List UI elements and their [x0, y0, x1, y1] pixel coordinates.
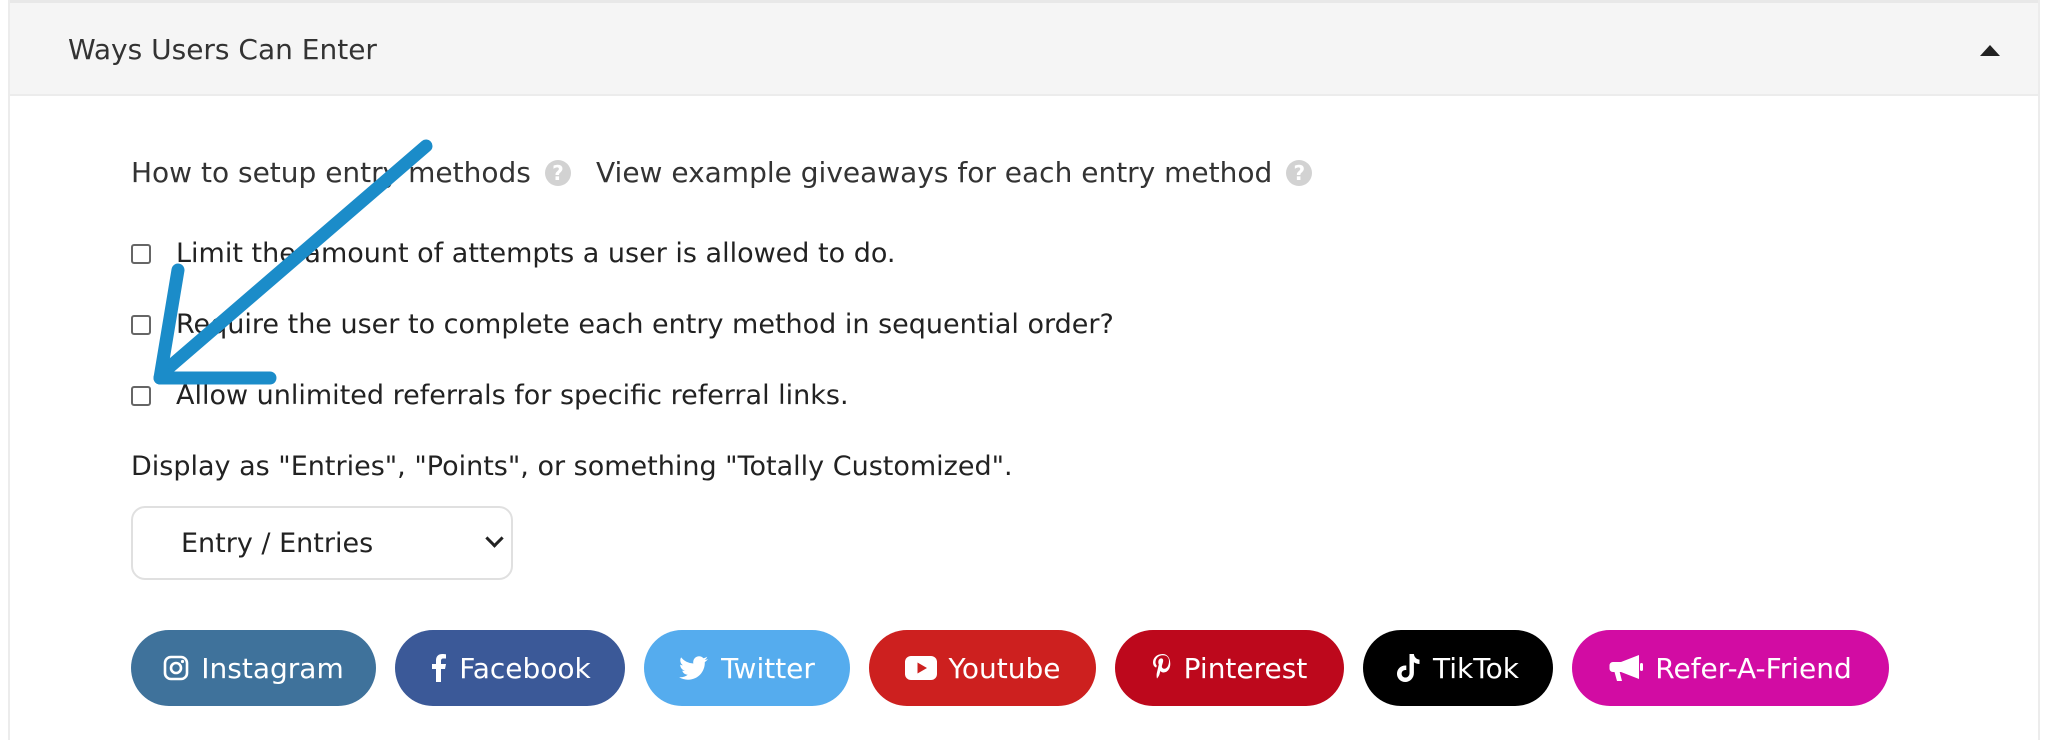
facebook-icon: [432, 654, 447, 682]
button-label: Pinterest: [1183, 651, 1308, 685]
option-label: Allow unlimited referrals for specific r…: [176, 380, 849, 411]
display-as-label: Display as "Entries", "Points", or somet…: [131, 451, 1013, 482]
option-label: Require the user to complete each entry …: [176, 309, 1114, 340]
instagram-button[interactable]: Instagram: [131, 630, 376, 706]
button-label: Facebook: [459, 651, 591, 685]
button-label: Instagram: [201, 651, 344, 685]
refer-a-friend-button[interactable]: Refer-A-Friend: [1572, 630, 1889, 706]
help-icon[interactable]: ?: [1286, 160, 1313, 186]
setup-link-group: How to setup entry methods?: [131, 156, 571, 189]
panel-header[interactable]: Ways Users Can Enter: [10, 0, 2038, 96]
instagram-icon: [163, 655, 189, 681]
setup-entry-methods-link[interactable]: How to setup entry methods: [131, 156, 531, 189]
view-example-giveaways-link[interactable]: View example giveaways for each entry me…: [596, 156, 1272, 189]
tiktok-button[interactable]: TikTok: [1363, 630, 1553, 706]
limit-attempts-checkbox[interactable]: [131, 244, 151, 264]
youtube-icon: [904, 656, 937, 680]
option-label: Limit the amount of attempts a user is a…: [176, 238, 896, 269]
panel-title: Ways Users Can Enter: [68, 33, 377, 66]
megaphone-icon: [1609, 655, 1644, 681]
entry-methods-panel: Ways Users Can Enter: [8, 0, 2040, 740]
button-label: Youtube: [948, 651, 1061, 685]
button-label: Twitter: [721, 651, 815, 685]
unlimited-referrals-checkbox[interactable]: [131, 386, 151, 406]
display-as-selected-value: Entry / Entries: [181, 528, 374, 559]
chevron-down-icon: [485, 529, 504, 548]
pinterest-button[interactable]: Pinterest: [1115, 630, 1344, 706]
twitter-button[interactable]: Twitter: [644, 630, 850, 706]
sequential-order-checkbox[interactable]: [131, 315, 151, 335]
button-label: TikTok: [1433, 651, 1519, 685]
pinterest-icon: [1152, 654, 1170, 679]
collapse-caret-icon[interactable]: [1980, 45, 2000, 56]
twitter-icon: [679, 656, 709, 680]
facebook-button[interactable]: Facebook: [395, 630, 625, 706]
youtube-button[interactable]: Youtube: [869, 630, 1096, 706]
button-label: Refer-A-Friend: [1655, 651, 1852, 685]
tiktok-icon: [1397, 654, 1420, 682]
help-icon[interactable]: ?: [544, 160, 571, 186]
display-as-select[interactable]: Entry / Entries: [131, 506, 513, 580]
examples-link-group: View example giveaways for each entry me…: [596, 156, 1313, 189]
